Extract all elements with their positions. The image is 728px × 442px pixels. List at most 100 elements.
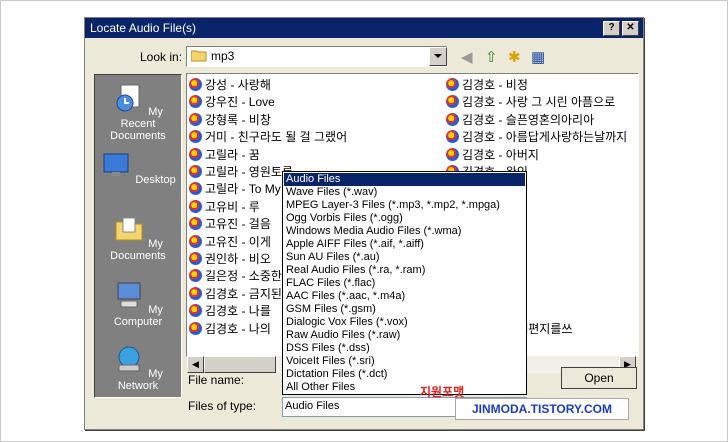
file-item[interactable]: 고릴라 - 꿈 <box>189 146 444 163</box>
file-item-label: 김경호 - 비정 <box>462 78 528 92</box>
file-item-label: 강형록 - 비창 <box>205 112 271 127</box>
audio-file-icon <box>189 130 202 144</box>
my-documents-icon <box>115 217 143 241</box>
scroll-left-icon[interactable]: ◀ <box>187 356 204 373</box>
filetype-option[interactable]: Windows Media Audio Files (*.wma) <box>284 225 525 238</box>
place-mydocuments[interactable]: My Documents <box>95 213 181 262</box>
filetype-option[interactable]: Sun AU Files (*.au) <box>284 251 525 264</box>
file-item-label: 김경호 - 아버지 <box>462 147 539 162</box>
lookin-dropdown-button[interactable] <box>429 47 447 66</box>
audio-file-icon <box>189 165 202 178</box>
file-item-label: 김경호 - 나를 <box>205 304 271 319</box>
audio-file-icon <box>189 304 202 318</box>
filetype-option[interactable]: DSS Files (*.dss) <box>284 342 525 355</box>
audio-file-icon <box>189 252 202 265</box>
file-item-label: 길은정 - 소중한 <box>205 269 282 284</box>
audio-file-icon <box>189 217 202 231</box>
file-item-label: 권인하 - 비오 <box>205 252 271 266</box>
filename-label: File name: <box>188 373 245 387</box>
filetype-option[interactable]: FLAC Files (*.flac) <box>284 277 525 290</box>
file-item[interactable]: 김경호 - 아버지 <box>446 146 636 163</box>
audio-file-icon <box>189 199 202 213</box>
window-title: Locate Audio File(s) <box>90 21 197 35</box>
filetype-option[interactable]: Dialogic Vox Files (*.vox) <box>284 316 525 329</box>
scroll-thumb[interactable] <box>204 356 276 373</box>
recent-documents-icon <box>116 84 140 112</box>
filetype-option[interactable]: Apple AIFF Files (*.aif, *.aiff) <box>284 238 525 251</box>
file-item-label: 고유진 - 걸음 <box>205 217 271 232</box>
filetype-option[interactable]: Real Audio Files (*.ra, *.ram) <box>284 264 525 277</box>
file-item[interactable]: 거미 - 친구라도 될 걸 그랬어 <box>189 128 444 145</box>
file-item-label: 김경호 - 슬픈영혼의아리아 <box>462 112 595 127</box>
locate-audio-dialog: Locate Audio File(s) ? ✕ Look in: mp3 ◀ … <box>84 17 644 430</box>
lookin-value: mp3 <box>211 49 235 63</box>
filetype-option[interactable]: MPEG Layer-3 Files (*.mp3, *.mp2, *.mpga… <box>284 199 525 212</box>
filetype-option[interactable]: All Other Files <box>284 381 525 394</box>
watermark-blue-text: JINMODA.TISTORY.COM <box>455 398 629 420</box>
audio-file-icon <box>189 147 202 161</box>
filetype-option[interactable]: VoiceIt Files (*.sri) <box>284 355 525 368</box>
filetype-option[interactable]: AAC Files (*.aac, *.m4a) <box>284 290 525 303</box>
file-item-label: 고릴라 - 꿈 <box>205 147 260 162</box>
place-mycomputer[interactable]: My Computer <box>95 279 181 328</box>
audio-file-icon <box>189 269 202 283</box>
folder-icon <box>191 50 207 62</box>
filetype-option[interactable]: Raw Audio Files (*.raw) <box>284 329 525 342</box>
up-folder-icon[interactable]: ⇧ <box>485 48 498 66</box>
close-button[interactable]: ✕ <box>622 21 639 36</box>
place-recent[interactable]: My Recent Documents <box>95 81 181 142</box>
file-item-label: 고유비 - 루 <box>205 199 260 214</box>
open-button[interactable]: Open <box>561 367 637 389</box>
filetype-option[interactable]: Audio Files <box>284 173 525 186</box>
audio-file-icon <box>446 130 459 144</box>
file-item[interactable]: 김경호 - 비정 <box>446 76 636 93</box>
filetype-value: Audio Files <box>285 400 340 412</box>
file-item-label: 거미 - 친구라도 될 걸 그랬어 <box>205 130 348 145</box>
audio-file-icon <box>446 147 459 161</box>
file-item-label: 고유진 - 이게 <box>205 234 271 249</box>
file-item-label: 강성 - 사랑해 <box>205 78 271 92</box>
filetype-option[interactable]: GSM Files (*.gsm) <box>284 303 525 316</box>
file-item[interactable]: 김경호 - 사랑 그 시린 아픔으로 <box>446 93 636 110</box>
file-item[interactable]: 김경호 - 아름답게사랑하는날까지 <box>446 128 636 145</box>
back-arrow-icon[interactable]: ◀ <box>461 48 473 66</box>
file-item-label: 고릴라 - To My <box>205 182 281 197</box>
desktop-icon <box>103 153 129 176</box>
places-bar: My Recent Documents Desktop My Documents… <box>94 74 182 398</box>
file-item[interactable]: 강성 - 사랑해 <box>189 76 444 93</box>
file-item-label: 김경호 - 나의 <box>205 321 271 336</box>
audio-file-icon <box>189 95 202 109</box>
file-item-label: 김경호 - 금지된 <box>205 286 282 301</box>
filetype-label: Files of type: <box>188 399 257 413</box>
my-computer-icon <box>117 282 141 308</box>
audio-file-icon <box>189 182 202 196</box>
file-item-label: 김경호 - 아름답게사랑하는날까지 <box>462 130 628 145</box>
place-desktop-label: Desktop <box>135 174 176 186</box>
help-button[interactable]: ? <box>603 21 620 36</box>
views-menu-icon[interactable]: ▦ <box>531 48 545 66</box>
file-item-label: 강우진 - Love <box>205 95 275 110</box>
audio-file-icon <box>189 78 202 91</box>
file-item[interactable]: 강우진 - Love <box>189 93 444 110</box>
file-item[interactable]: 강형록 - 비창 <box>189 111 444 128</box>
new-folder-icon[interactable]: ✱ <box>508 48 521 66</box>
file-item[interactable]: 김경호 - 슬픈영혼의아리아 <box>446 111 636 128</box>
audio-file-icon <box>189 234 202 248</box>
filetype-option[interactable]: Wave Files (*.wav) <box>284 186 525 199</box>
title-bar: Locate Audio File(s) ? ✕ <box>85 18 643 38</box>
my-network-icon <box>118 346 140 372</box>
place-desktop[interactable]: Desktop <box>95 149 181 186</box>
audio-file-icon <box>446 78 459 91</box>
file-item-label: 고릴라 - 영원토록 <box>205 165 293 179</box>
file-item-label: 김경호 - 사랑 그 시린 아픔으로 <box>462 95 616 110</box>
place-mynetwork[interactable]: My Network <box>95 343 181 392</box>
audio-file-icon <box>189 286 202 300</box>
lookin-select[interactable]: mp3 <box>186 46 447 67</box>
lookin-label: Look in: <box>140 50 183 64</box>
audio-file-icon <box>446 95 459 109</box>
filetype-option[interactable]: Dictation Files (*.dct) <box>284 368 525 381</box>
audio-file-icon <box>446 112 459 126</box>
audio-file-icon <box>189 112 202 126</box>
filetype-dropdown-list: Audio Files Wave Files (*.wav) MPEG Layer-… <box>282 171 527 395</box>
filetype-option[interactable]: Ogg Vorbis Files (*.ogg) <box>284 212 525 225</box>
